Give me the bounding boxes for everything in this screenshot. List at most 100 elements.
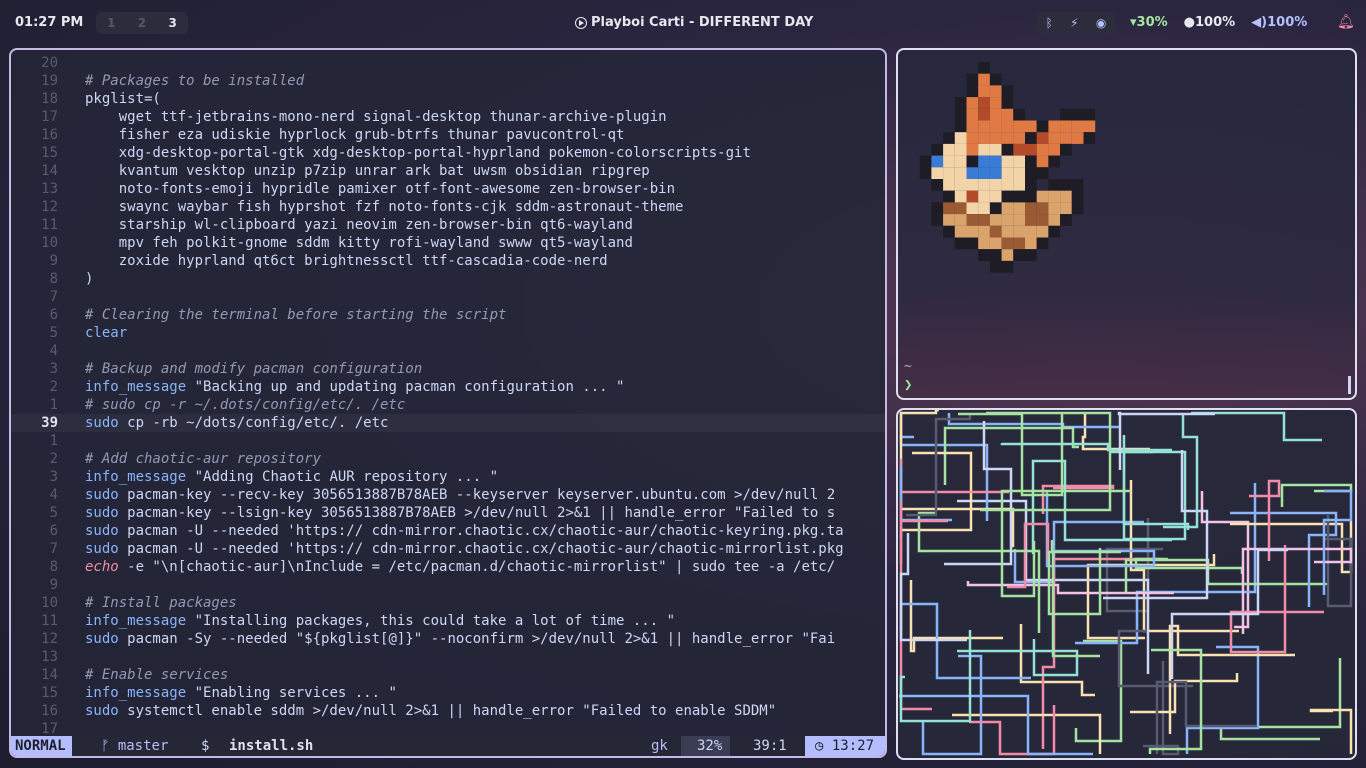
code-line[interactable]: 5 clear <box>11 324 885 342</box>
code-line[interactable]: 7 <box>11 288 885 306</box>
clock[interactable]: 01:27 PM <box>15 15 83 30</box>
mode-indicator: NORMAL <box>11 736 72 756</box>
code-line[interactable]: 1 # sudo cp -r ~/.dots/config/etc/. /etc <box>11 396 885 414</box>
line-number: 4 <box>49 343 58 359</box>
code-line[interactable]: 8) <box>11 270 885 288</box>
battery-indicator[interactable]: ▾30% <box>1130 15 1168 30</box>
code-line[interactable]: 12 swaync waybar fish hyprshot fzf noto-… <box>11 198 885 216</box>
terminal-cursor <box>1348 376 1351 394</box>
line-text: noto-fonts-emoji hypridle pamixer otf-fo… <box>85 181 676 197</box>
pipes-terminal-window[interactable] <box>896 408 1357 760</box>
status-line: NORMAL ᚠ master $ install.sh gk 32% 39:1… <box>11 736 885 756</box>
code-line[interactable]: 13 <box>11 648 885 666</box>
line-number: 3 <box>49 469 58 485</box>
code-line[interactable]: 6 # Clearing the terminal before starting… <box>11 306 885 324</box>
code-line[interactable]: 7 sudo pacman -U --needed 'https:// cdn-m… <box>11 540 885 558</box>
line-number: 6 <box>49 523 58 539</box>
cwd-indicator: ~ <box>904 359 912 374</box>
line-number: 13 <box>41 649 58 665</box>
app-icon[interactable]: ◉ <box>1096 16 1106 30</box>
code-line[interactable]: 3 info_message "Adding Chaotic AUR reposi… <box>11 468 885 486</box>
workspace-1[interactable]: 1 <box>100 16 122 30</box>
code-line[interactable]: 15 info_message "Enabling services ... " <box>11 684 885 702</box>
line-number: 15 <box>41 145 58 161</box>
code-line[interactable]: 19 # Packages to be installed <box>11 72 885 90</box>
workspace-2[interactable]: 2 <box>131 16 153 30</box>
line-number: 20 <box>41 55 58 71</box>
line-text: # Clearing the terminal before starting … <box>85 307 507 323</box>
code-line[interactable]: 16 fisher eza udiskie hyprlock grub-btrf… <box>11 126 885 144</box>
media-player[interactable]: Playboi Carti - DIFFERENT DAY <box>575 15 813 30</box>
line-number: 1 <box>49 397 58 413</box>
line-text: sudo pacman-key --recv-key 3056513887B78… <box>85 487 836 503</box>
line-text: clear <box>85 325 128 341</box>
brightness-indicator[interactable]: ●100% <box>1184 15 1236 30</box>
line-text: # Add chaotic-aur repository <box>85 451 322 467</box>
code-line[interactable]: 13 noto-fonts-emoji hypridle pamixer otf… <box>11 180 885 198</box>
network-icon[interactable]: ⚡ <box>1070 16 1078 30</box>
workspace-3[interactable]: 3 <box>162 16 184 30</box>
line-text: wget ttf-jetbrains-mono-nerd signal-desk… <box>85 109 667 125</box>
line-number: 17 <box>41 109 58 125</box>
pokemon-sprite <box>919 62 1096 273</box>
line-number: 8 <box>49 559 58 575</box>
line-number: 14 <box>41 667 58 683</box>
line-text: starship wl-clipboard yazi neovim zen-br… <box>85 217 633 233</box>
line-number: 16 <box>41 127 58 143</box>
code-line[interactable]: 4 <box>11 342 885 360</box>
user-name: gk <box>651 738 668 754</box>
code-line[interactable]: 8 echo -e "\n[chaotic-aur]\nInclude = /et… <box>11 558 885 576</box>
play-icon[interactable] <box>575 16 587 29</box>
line-text: sudo pacman -U --needed 'https:// cdn-mi… <box>85 523 844 539</box>
code-line[interactable]: 2 # Add chaotic-aur repository <box>11 450 885 468</box>
system-stats: ▾30% ●100% ◀)100% <box>1130 15 1307 30</box>
bluetooth-icon[interactable]: ᛒ <box>1046 16 1053 30</box>
volume-indicator[interactable]: ◀)100% <box>1251 15 1307 30</box>
system-tray: ᛒ ⚡ ◉ <box>1037 12 1115 34</box>
code-line[interactable]: 12 sudo pacman -Sy --needed "${pkglist[@]… <box>11 630 885 648</box>
code-line[interactable]: 14 # Enable services <box>11 666 885 684</box>
line-text: info_message "Enabling services ... " <box>85 685 397 701</box>
code-line[interactable]: 3 # Backup and modify pacman configuratio… <box>11 360 885 378</box>
volume-value: 100% <box>1267 15 1308 30</box>
line-number: 12 <box>41 631 58 647</box>
line-number: 4 <box>49 487 58 503</box>
git-branch: ᚠ master <box>101 738 169 754</box>
line-number: 3 <box>49 361 58 377</box>
code-line[interactable]: 11 starship wl-clipboard yazi neovim zen… <box>11 216 885 234</box>
code-line[interactable]: 18 pkglist=( <box>11 90 885 108</box>
line-text: echo -e "\n[chaotic-aur]\nInclude = /etc… <box>85 559 836 575</box>
media-title: Playboi Carti - DIFFERENT DAY <box>591 15 814 30</box>
code-line[interactable]: 10 # Install packages <box>11 594 885 612</box>
line-number: 7 <box>49 289 58 305</box>
line-text: sudo systemctl enable sddm >/dev/null 2>… <box>85 703 777 719</box>
line-text: # Packages to be installed <box>85 73 305 89</box>
line-text: sudo pacman-key --lsign-key 3056513887B7… <box>85 505 836 521</box>
code-line[interactable]: 15 xdg-desktop-portal-gtk xdg-desktop-po… <box>11 144 885 162</box>
code-line[interactable]: 10 mpv feh polkit-gnome sddm kitty rofi-… <box>11 234 885 252</box>
code-line[interactable]: 39 sudo cp -rb ~/dots/config/etc/. /etc <box>11 414 885 432</box>
line-number: 10 <box>41 595 58 611</box>
file-name: install.sh <box>229 738 314 754</box>
code-line[interactable]: 9 zoxide hyprland qt6ct brightnessctl tt… <box>11 252 885 270</box>
code-line[interactable]: 11 info_message "Installing packages, thi… <box>11 612 885 630</box>
pokemon-terminal-window[interactable]: ~ ❯ <box>896 48 1357 400</box>
line-text: pkglist=( <box>85 91 161 107</box>
code-line[interactable]: 1 <box>11 432 885 450</box>
code-line[interactable]: 5 sudo pacman-key --lsign-key 3056513887B… <box>11 504 885 522</box>
line-text: swaync waybar fish hyprshot fzf noto-fon… <box>85 199 684 215</box>
neovim-editor-window[interactable]: 20 19 # Packages to be installed 18 pkglist=… <box>9 48 887 758</box>
code-line[interactable]: 17 wget ttf-jetbrains-mono-nerd signal-d… <box>11 108 885 126</box>
code-line[interactable]: 9 <box>11 576 885 594</box>
status-time-value: 13:27 <box>831 738 875 754</box>
line-number: 19 <box>41 73 58 89</box>
code-line[interactable]: 20 <box>11 54 885 72</box>
cursor-position: 39:1 <box>753 738 787 754</box>
code-line[interactable]: 6 sudo pacman -U --needed 'https:// cdn-m… <box>11 522 885 540</box>
code-line[interactable]: 16 sudo systemctl enable sddm >/dev/null … <box>11 702 885 720</box>
code-line[interactable]: 2 info_message "Backing up and updating p… <box>11 378 885 396</box>
code-line[interactable]: 4 sudo pacman-key --recv-key 3056513887B7… <box>11 486 885 504</box>
code-line[interactable]: 14 kvantum vesktop unzip p7zip unrar ark… <box>11 162 885 180</box>
bell-icon[interactable]: 🔔︎ <box>1337 14 1355 30</box>
code-buffer[interactable]: 20 19 # Packages to be installed 18 pkglist=… <box>11 54 885 738</box>
